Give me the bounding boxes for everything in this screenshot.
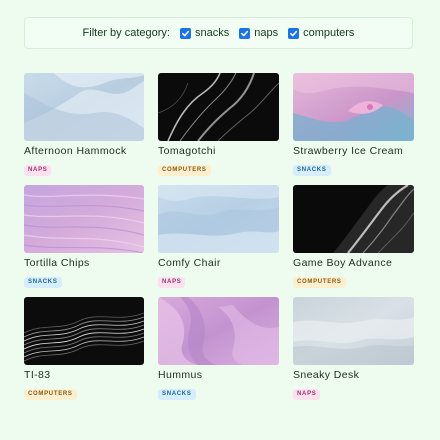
product-card[interactable]: Afternoon Hammock NAPS <box>24 73 144 185</box>
product-image[interactable] <box>158 185 279 253</box>
product-image[interactable] <box>158 73 279 141</box>
product-grid: Afternoon Hammock NAPS Tomagotchi COMPUT… <box>24 73 414 409</box>
product-title: Game Boy Advance <box>293 257 393 269</box>
category-badge: COMPUTERS <box>293 277 346 288</box>
product-card[interactable]: Tortilla Chips SNACKS <box>24 185 144 297</box>
product-card[interactable]: Game Boy Advance COMPUTERS <box>293 185 414 297</box>
filter-option-label: naps <box>254 27 279 39</box>
category-badge: NAPS <box>158 277 186 288</box>
category-badge: SNACKS <box>24 277 62 288</box>
product-title: Hummus <box>158 369 203 381</box>
product-title: Tortilla Chips <box>24 257 90 269</box>
product-image[interactable] <box>293 185 414 253</box>
product-title: Tomagotchi <box>158 145 216 157</box>
filter-option-computers[interactable]: computers <box>288 27 354 39</box>
product-image[interactable] <box>24 185 144 253</box>
checkbox-checked-icon[interactable] <box>239 27 251 39</box>
product-image[interactable] <box>293 297 414 365</box>
product-title: Strawberry Ice Cream <box>293 145 404 157</box>
category-badge: NAPS <box>293 389 321 400</box>
filter-option-label: computers <box>303 27 355 39</box>
product-title: Sneaky Desk <box>293 369 360 381</box>
checkbox-checked-icon[interactable] <box>288 27 300 39</box>
product-card[interactable]: Tomagotchi COMPUTERS <box>158 73 279 185</box>
filter-option-snacks[interactable]: snacks <box>179 27 230 39</box>
category-badge: COMPUTERS <box>158 165 211 176</box>
category-badge: SNACKS <box>293 165 331 176</box>
product-card[interactable]: Comfy Chair NAPS <box>158 185 279 297</box>
product-image[interactable] <box>293 73 414 141</box>
category-badge: COMPUTERS <box>24 389 77 400</box>
category-badge: NAPS <box>24 165 52 176</box>
product-title: TI-83 <box>24 369 51 381</box>
product-title: Afternoon Hammock <box>24 145 127 157</box>
product-image[interactable] <box>158 297 279 365</box>
product-card[interactable]: TI-83 COMPUTERS <box>24 297 144 409</box>
product-card[interactable]: Sneaky Desk NAPS <box>293 297 414 409</box>
checkbox-checked-icon[interactable] <box>179 27 191 39</box>
category-filter-bar: Filter by category: snacks naps computer… <box>24 17 413 49</box>
filter-label: Filter by category: <box>82 27 170 39</box>
product-image[interactable] <box>24 73 144 141</box>
product-card[interactable]: Hummus SNACKS <box>158 297 279 409</box>
category-badge: SNACKS <box>158 389 196 400</box>
filter-option-label: snacks <box>194 27 230 39</box>
product-card[interactable]: Strawberry Ice Cream SNACKS <box>293 73 414 185</box>
product-image[interactable] <box>24 297 144 365</box>
product-title: Comfy Chair <box>158 257 221 269</box>
filter-option-naps[interactable]: naps <box>239 27 278 39</box>
